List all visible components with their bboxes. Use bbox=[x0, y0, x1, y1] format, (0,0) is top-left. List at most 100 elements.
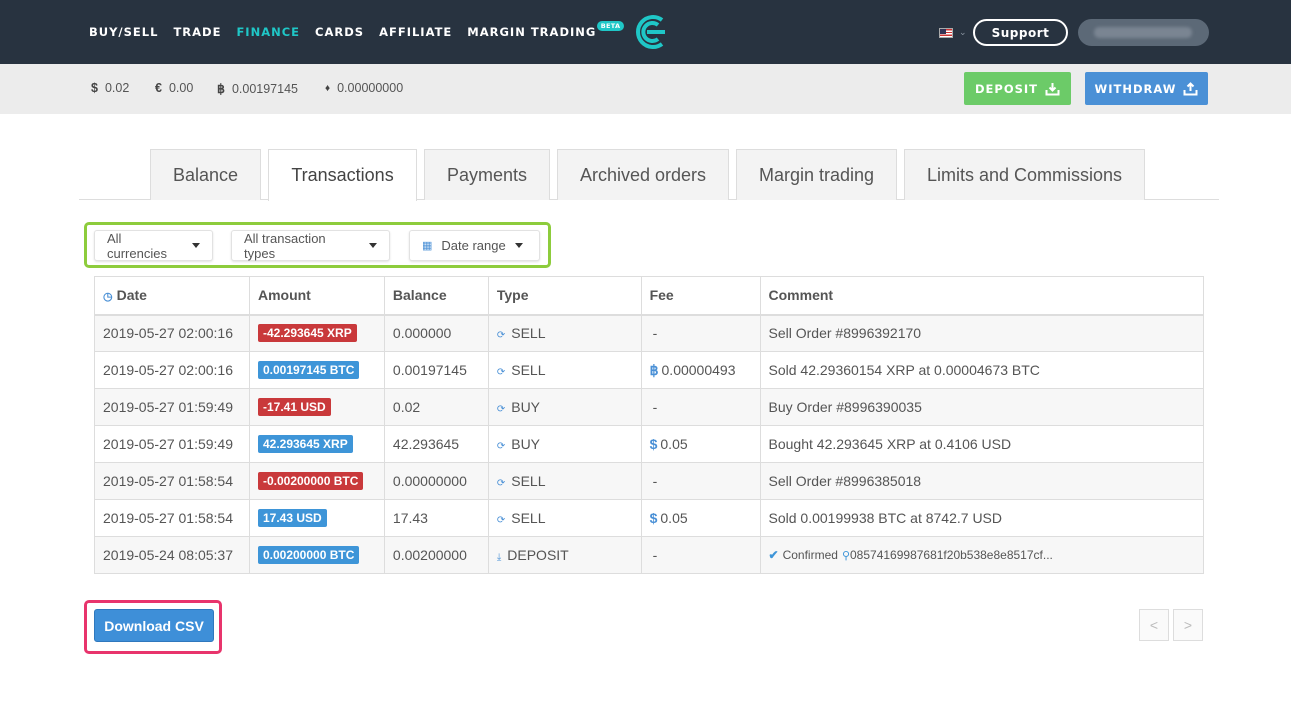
cell-type: ⤓ DEPOSIT bbox=[487, 536, 642, 574]
withdraw-button[interactable]: WITHDRAW bbox=[1085, 72, 1208, 105]
amount-badge: -42.293645 XRP bbox=[257, 324, 357, 343]
tab-transactions[interactable]: Transactions bbox=[268, 149, 417, 201]
transactions-table: ◷ Date Amount Balance Type Fee Comment 20… bbox=[94, 276, 1205, 574]
support-button[interactable]: Support bbox=[973, 19, 1068, 46]
cell-fee: - bbox=[640, 314, 761, 352]
cell-comment: Sold 42.29360154 XRP at 0.00004673 BTC bbox=[759, 351, 1205, 389]
cell-comment: Sell Order #8996385018 bbox=[759, 462, 1205, 500]
table-row: 2019-05-27 01:59:49 -17.41 USD 0.02 ⟳ BUY… bbox=[94, 388, 1205, 426]
type-label: SELL bbox=[511, 362, 546, 378]
cell-amount: 42.293645 XRP bbox=[248, 425, 385, 463]
user-menu[interactable] bbox=[1078, 19, 1209, 46]
clock-icon: ◷ bbox=[103, 291, 113, 304]
cell-date: 2019-05-27 02:00:16 bbox=[94, 314, 250, 352]
pagination-next-button[interactable]: > bbox=[1173, 609, 1203, 641]
search-icon[interactable]: ⚲ bbox=[842, 550, 850, 562]
nav-item-trade[interactable]: TRADE bbox=[173, 25, 221, 39]
cell-fee: ฿ 0.00000493 bbox=[640, 351, 761, 389]
amount-badge: -0.00200000 BTC bbox=[257, 472, 364, 490]
eth-icon: ♦ bbox=[325, 82, 331, 94]
pagination-prev-button[interactable]: < bbox=[1139, 609, 1169, 641]
table-row: 2019-05-27 02:00:16 -42.293645 XRP 0.000… bbox=[94, 314, 1205, 352]
type-filter-dropdown[interactable]: All transaction types bbox=[231, 230, 390, 261]
currency-filter-dropdown[interactable]: All currencies bbox=[94, 230, 213, 261]
cell-type: ⟳ BUY bbox=[487, 425, 642, 463]
cell-balance: 0.00200000 bbox=[383, 536, 489, 574]
exchange-icon: ⟳ bbox=[496, 367, 506, 378]
exchange-icon: ⟳ bbox=[496, 330, 506, 342]
cell-fee: - bbox=[640, 536, 761, 574]
tab-payments[interactable]: Payments bbox=[424, 149, 550, 200]
user-name-blurred bbox=[1094, 27, 1192, 38]
confirmed-status: Confirmed bbox=[782, 548, 838, 562]
usd-icon: $ bbox=[91, 81, 98, 95]
cell-fee: $0.05 bbox=[640, 425, 761, 463]
table-row: 2019-05-27 01:58:54 17.43 USD 17.43 ⟳ SEL… bbox=[94, 499, 1205, 537]
deposit-label: DEPOSIT bbox=[974, 81, 1038, 96]
cell-comment: Sell Order #8996392170 bbox=[759, 314, 1205, 352]
chevron-down-icon[interactable]: ⌄ bbox=[959, 27, 967, 38]
download-icon: ⤓ bbox=[496, 552, 502, 563]
column-header-type: Type bbox=[487, 276, 642, 316]
table-row: 2019-05-27 01:59:49 42.293645 XRP 42.293… bbox=[94, 425, 1205, 463]
us-flag-icon[interactable] bbox=[939, 28, 953, 38]
amount-badge: 17.43 USD bbox=[257, 509, 327, 527]
nav-item-finance[interactable]: FINANCE bbox=[236, 25, 300, 39]
cell-amount: 0.00197145 BTC bbox=[248, 351, 385, 389]
cell-balance: 0.00000000 bbox=[383, 462, 489, 500]
balance-eth: ♦ 0.00000000 bbox=[325, 81, 403, 95]
cell-date: 2019-05-27 01:58:54 bbox=[94, 499, 250, 537]
type-label: SELL bbox=[511, 510, 546, 526]
withdraw-label: WITHDRAW bbox=[1094, 81, 1177, 96]
main-nav: BUY/SELL TRADE FINANCE CARDS AFFILIATE M… bbox=[89, 21, 625, 39]
cell-type: ⟳ SELL bbox=[487, 499, 642, 537]
cell-balance: 42.293645 bbox=[383, 425, 489, 463]
cell-date: 2019-05-27 01:59:49 bbox=[94, 425, 250, 463]
cex-logo-icon[interactable] bbox=[630, 14, 668, 50]
cell-type: ⟳ SELL bbox=[487, 314, 642, 352]
fee-value: - bbox=[652, 473, 658, 489]
exchange-icon: ⟳ bbox=[496, 478, 506, 489]
amount-badge: 42.293645 XRP bbox=[257, 435, 353, 453]
caret-down-icon bbox=[192, 243, 200, 248]
tx-hash-link[interactable]: 08574169987681f20b538e8e8517cf... bbox=[850, 548, 1053, 562]
nav-item-buy-sell[interactable]: BUY/SELL bbox=[89, 25, 158, 39]
column-header-date-label: Date bbox=[116, 287, 147, 304]
type-label: BUY bbox=[511, 399, 541, 415]
deposit-button[interactable]: DEPOSIT bbox=[964, 72, 1071, 105]
cell-balance: 17.43 bbox=[383, 499, 489, 537]
cell-balance: 0.000000 bbox=[383, 314, 489, 352]
download-icon bbox=[1045, 82, 1060, 95]
table-row: 2019-05-27 02:00:16 0.00197145 BTC 0.001… bbox=[94, 351, 1205, 389]
tab-margin-trading[interactable]: Margin trading bbox=[736, 149, 897, 200]
table-header-row: ◷ Date Amount Balance Type Fee Comment bbox=[94, 276, 1205, 316]
cell-fee: $0.05 bbox=[640, 499, 761, 537]
balance-value: 0.02 bbox=[104, 81, 130, 95]
cell-comment: ✔ Confirmed ⚲08574169987681f20b538e8e8517c… bbox=[759, 536, 1205, 574]
balance-btc: ฿ 0.00197145 bbox=[217, 81, 298, 97]
cell-balance: 0.00197145 bbox=[383, 351, 489, 389]
cell-date: 2019-05-27 01:59:49 bbox=[94, 388, 250, 426]
amount-badge: -17.41 USD bbox=[257, 398, 331, 416]
tab-balance[interactable]: Balance bbox=[150, 149, 261, 200]
column-header-date[interactable]: ◷ Date bbox=[94, 276, 250, 316]
type-label: SELL bbox=[511, 325, 546, 342]
fee-value: 0.00000493 bbox=[661, 361, 736, 378]
checkmark-icon: ✔ bbox=[768, 548, 779, 562]
btc-icon: ฿ bbox=[649, 361, 659, 378]
amount-badge: 0.00197145 BTC bbox=[257, 361, 360, 379]
nav-item-cards[interactable]: CARDS bbox=[315, 25, 364, 39]
fee-value: - bbox=[652, 399, 658, 415]
nav-item-affiliate[interactable]: AFFILIATE bbox=[379, 25, 452, 39]
column-header-balance: Balance bbox=[383, 276, 489, 316]
download-csv-button[interactable]: Download CSV bbox=[94, 609, 214, 642]
fee-value: - bbox=[652, 547, 658, 563]
cell-fee: - bbox=[640, 462, 761, 500]
nav-item-margin-trading[interactable]: MARGIN TRADING BETA bbox=[467, 21, 625, 39]
type-label: DEPOSIT bbox=[507, 547, 569, 563]
date-range-dropdown[interactable]: ▦ Date range bbox=[409, 230, 540, 261]
tab-limits-commissions[interactable]: Limits and Commissions bbox=[904, 149, 1145, 200]
cell-date: 2019-05-27 02:00:16 bbox=[94, 351, 250, 389]
tab-archived-orders[interactable]: Archived orders bbox=[557, 149, 729, 200]
balance-eur: € 0.00 bbox=[155, 81, 193, 95]
